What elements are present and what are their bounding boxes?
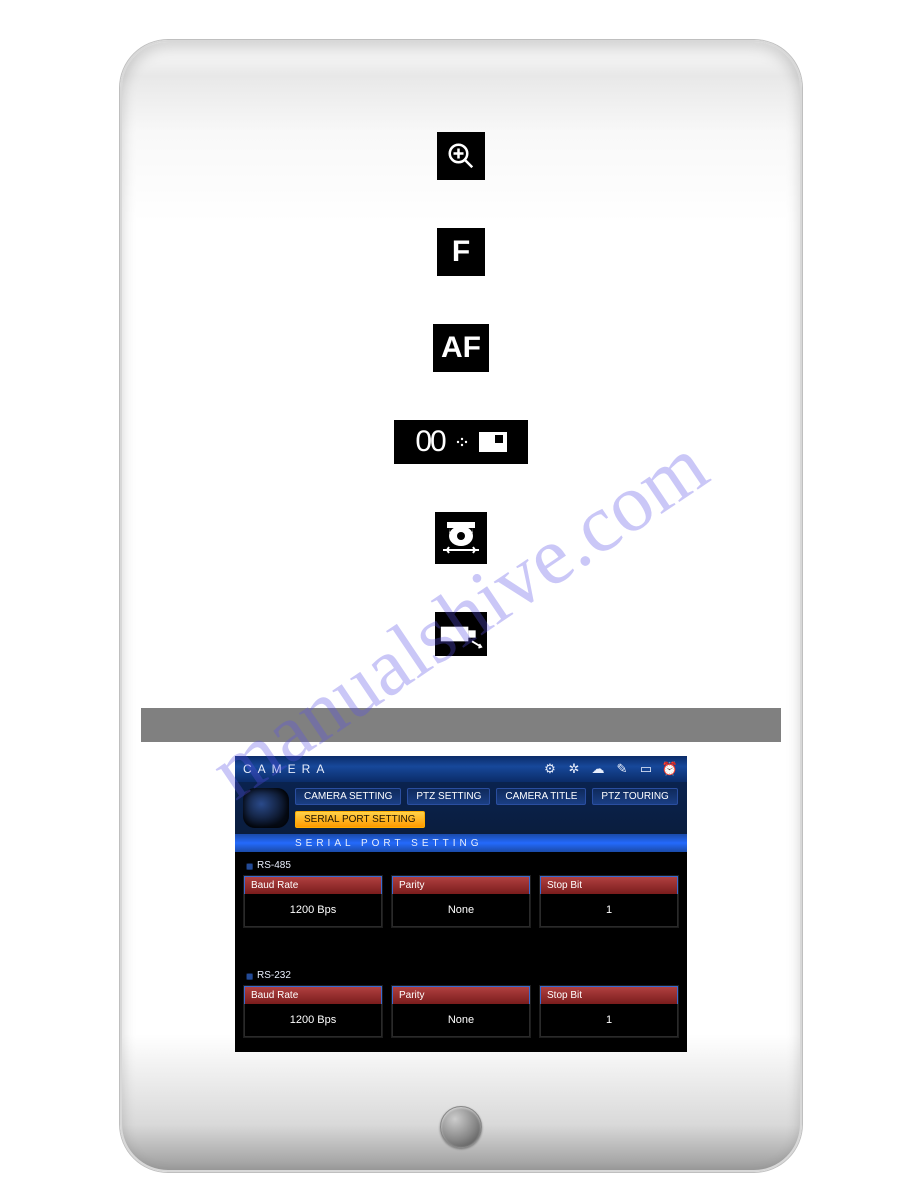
dvr-topbar: CAMERA ⚙ ✲ ☁ ✎ ▭ ⏰ [235,756,687,782]
dvr-topbar-icons: ⚙ ✲ ☁ ✎ ▭ ⏰ [541,760,679,778]
tablet-content: F AF 00 [122,132,800,1110]
group-rs485-title: RS-485 [243,856,679,875]
alarm-icon[interactable]: ⏰ [661,760,679,778]
page: F AF 00 [0,0,918,1188]
rs485-baud-label: Baud Rate [244,876,382,894]
rs485-stopbit-label: Stop Bit [540,876,678,894]
rs232-baud-value: 1200 Bps [244,1004,382,1037]
save-card-icon [479,432,507,452]
box-camera-icon [435,612,487,656]
rs485-parity-label: Parity [392,876,530,894]
dvr-section-title: CAMERA [243,762,330,776]
rs232-stopbit-label: Stop Bit [540,986,678,1004]
monitor-icon[interactable]: ▭ [637,760,655,778]
rs485-parity-value: None [392,894,530,927]
group-rs232-title: RS-232 [243,966,679,985]
dvr-subheading: SERIAL PORT SETTING [235,834,687,852]
zoom-in-icon [437,132,485,180]
group-rs232: RS-232 Baud Rate 1200 Bps Parity None St… [235,962,687,1038]
rs485-stopbit-cell[interactable]: Stop Bit 1 [539,875,679,928]
rs232-parity-cell[interactable]: Parity None [391,985,531,1038]
tablet-frame: F AF 00 [120,40,802,1172]
dvr-tab-row: CAMERA SETTING PTZ SETTING CAMERA TITLE … [235,782,687,834]
rs232-baud-cell[interactable]: Baud Rate 1200 Bps [243,985,383,1038]
focus-f-label: F [452,235,470,269]
preset-counter-value: 00 [415,425,444,459]
tab-ptz-touring[interactable]: PTZ TOURING [592,788,677,805]
home-button[interactable] [440,1106,482,1148]
rs232-stopbit-value: 1 [540,1004,678,1037]
rs232-parity-label: Parity [392,986,530,1004]
separator-band [141,708,781,742]
brush-icon[interactable]: ✎ [613,760,631,778]
rs485-baud-value: 1200 Bps [244,894,382,927]
rs232-stopbit-cell[interactable]: Stop Bit 1 [539,985,679,1038]
focus-f-icon: F [437,228,485,276]
tab-ptz-setting[interactable]: PTZ SETTING [407,788,490,805]
dots-icon [455,435,469,449]
rs485-stopbit-value: 1 [540,894,678,927]
dvr-screenshot: CAMERA ⚙ ✲ ☁ ✎ ▭ ⏰ CAMERA SETTING PTZ SE… [235,756,687,1052]
rs485-baud-cell[interactable]: Baud Rate 1200 Bps [243,875,383,928]
autofocus-label: AF [441,331,481,365]
rs485-parity-cell[interactable]: Parity None [391,875,531,928]
group-rs232-row: Baud Rate 1200 Bps Parity None Stop Bit … [243,985,679,1038]
preset-counter-icon: 00 [394,420,528,464]
camera-lens-graphic [243,788,289,828]
cloud-icon[interactable]: ☁ [589,760,607,778]
dome-camera-icon [435,512,487,564]
tab-serial-port-setting[interactable]: SERIAL PORT SETTING [295,811,425,828]
rs232-baud-label: Baud Rate [244,986,382,1004]
gear-icon[interactable]: ⚙ [541,760,559,778]
tab-camera-title[interactable]: CAMERA TITLE [496,788,586,805]
autofocus-icon: AF [433,324,489,372]
rs232-parity-value: None [392,1004,530,1037]
reel-icon[interactable]: ✲ [565,760,583,778]
group-rs485: RS-485 Baud Rate 1200 Bps Parity None St… [235,852,687,928]
group-rs485-row: Baud Rate 1200 Bps Parity None Stop Bit … [243,875,679,928]
tab-camera-setting[interactable]: CAMERA SETTING [295,788,401,805]
